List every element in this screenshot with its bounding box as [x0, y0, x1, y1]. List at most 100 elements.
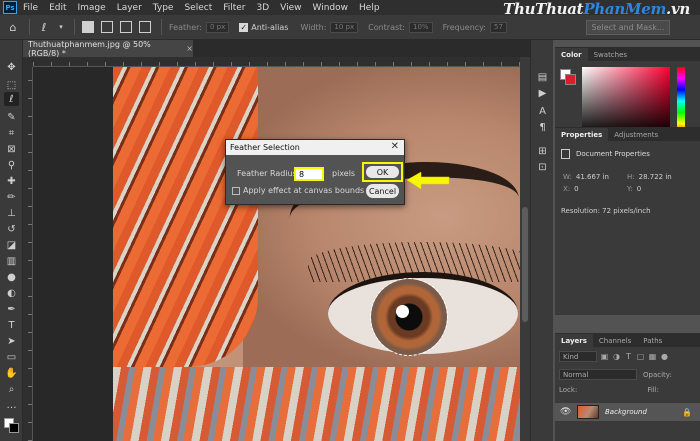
tab-properties[interactable]: Properties	[555, 128, 609, 141]
layer-thumbnail	[577, 405, 599, 419]
history-brush-tool-icon[interactable]: ↺	[4, 222, 19, 236]
catch-light	[396, 305, 409, 318]
tab-swatches[interactable]: Swatches	[588, 48, 633, 61]
more-tools-icon[interactable]: …	[4, 398, 19, 412]
menu-filter[interactable]: Filter	[223, 3, 245, 13]
hand-tool-icon[interactable]: ✋	[4, 366, 19, 380]
rectangle-tool-icon[interactable]: ▭	[4, 350, 19, 364]
tab-layers[interactable]: Layers	[555, 334, 593, 347]
pixel-filter-icon[interactable]: ▣	[600, 352, 609, 361]
home-icon[interactable]: ⌂	[6, 20, 20, 34]
eraser-tool-icon[interactable]: ◪	[4, 238, 19, 252]
layer-row-background[interactable]: 👁 Background 🔒	[555, 403, 700, 421]
tab-paths[interactable]: Paths	[637, 334, 668, 347]
smart-object-filter-icon[interactable]: ▦	[648, 352, 657, 361]
type-tool-icon[interactable]: T	[4, 318, 19, 332]
brushes-panel-icon[interactable]: ⊞	[535, 144, 550, 158]
history-panel-icon[interactable]: ▤	[535, 70, 550, 84]
menu-select[interactable]: Select	[184, 3, 212, 13]
background-color-swatch[interactable]	[9, 423, 19, 433]
menu-edit[interactable]: Edit	[49, 3, 66, 13]
actions-panel-icon[interactable]: ▶	[535, 86, 550, 100]
canvas[interactable]	[33, 67, 520, 441]
layer-name[interactable]: Background	[605, 408, 647, 416]
eye-icon[interactable]: 👁	[560, 407, 572, 417]
chevron-down-icon[interactable]: ▾	[57, 20, 65, 34]
clone-source-panel-icon[interactable]: ⊡	[535, 160, 550, 174]
eyedropper-tool-icon[interactable]: ⚲	[4, 158, 19, 172]
menu-help[interactable]: Help	[359, 3, 380, 13]
select-and-mask-button[interactable]: Select and Mask...	[586, 20, 670, 35]
pen-tool-icon[interactable]: ✒	[4, 302, 19, 316]
color-picker-field[interactable]	[582, 67, 670, 135]
y-value[interactable]: 0	[637, 185, 641, 193]
y-property: Y: 0	[627, 185, 641, 193]
brush-tool-icon[interactable]: ✏	[4, 190, 19, 204]
scarf-lower-pattern	[113, 367, 520, 441]
antialias-checkbox[interactable]: ✓	[239, 22, 249, 32]
frame-tool-icon[interactable]: ⊠	[4, 142, 19, 156]
panel-background-swatch[interactable]	[565, 74, 576, 85]
feather-label: Feather:	[169, 22, 202, 32]
menu-3d[interactable]: 3D	[257, 3, 270, 13]
shape-filter-icon[interactable]: ▢	[636, 352, 645, 361]
tab-channels[interactable]: Channels	[593, 334, 637, 347]
paragraph-panel-icon[interactable]: ¶	[535, 120, 550, 134]
blend-mode-select[interactable]: Normal	[559, 369, 637, 380]
zoom-tool-icon[interactable]: ⌕	[4, 382, 19, 396]
x-value[interactable]: 0	[574, 185, 578, 193]
width-input[interactable]: 10 px	[330, 21, 359, 33]
adjustment-filter-icon[interactable]: ◑	[612, 352, 621, 361]
healing-brush-tool-icon[interactable]: ✚	[4, 174, 19, 188]
close-icon[interactable]: ×	[186, 44, 193, 53]
tab-adjustments[interactable]: Adjustments	[608, 128, 664, 141]
close-icon[interactable]: ✕	[391, 141, 399, 152]
filter-toggle-icon[interactable]: ●	[660, 352, 669, 361]
kind-filter-select[interactable]: Kind	[559, 351, 597, 362]
apply-canvas-bounds-label: Apply effect at canvas bounds	[243, 186, 365, 195]
path-selection-tool-icon[interactable]: ➤	[4, 334, 19, 348]
crop-tool-icon[interactable]: ⌗	[4, 126, 19, 140]
intersect-selection-icon[interactable]	[139, 21, 151, 33]
x-property: X: 0	[563, 185, 579, 193]
apply-canvas-bounds-checkbox[interactable]	[232, 187, 240, 195]
clone-stamp-tool-icon[interactable]: ⊥	[4, 206, 19, 220]
lasso-tool-icon[interactable]: ℓ	[4, 92, 19, 106]
gradient-tool-icon[interactable]: ▥	[4, 254, 19, 268]
menu-image[interactable]: Image	[78, 3, 106, 13]
tab-color[interactable]: Color	[555, 48, 588, 61]
menu-layer[interactable]: Layer	[117, 3, 142, 13]
frequency-input[interactable]: 57	[490, 21, 507, 33]
lock-icon[interactable]: 🔒	[682, 408, 692, 417]
vertical-ruler	[23, 67, 33, 441]
scrollbar-thumb[interactable]	[522, 207, 528, 322]
annotation-arrow-icon	[406, 171, 450, 190]
tools-panel: ✥ ⬚ ℓ ✎ ⌗ ⊠ ⚲ ✚ ✏ ⊥ ↺ ◪ ▥ ● ◐ ✒ T ➤ ▭ ✋ …	[0, 40, 23, 441]
menu-view[interactable]: View	[280, 3, 301, 13]
iris-selection	[370, 278, 448, 356]
feather-input[interactable]: 0 px	[205, 21, 230, 33]
add-to-selection-icon[interactable]	[101, 21, 113, 33]
quick-selection-tool-icon[interactable]: ✎	[4, 110, 19, 124]
move-tool-icon[interactable]: ✥	[4, 60, 19, 74]
hue-slider[interactable]	[677, 67, 685, 135]
type-filter-icon[interactable]: T	[624, 352, 633, 361]
new-selection-icon[interactable]	[82, 21, 94, 33]
contrast-input[interactable]: 10%	[409, 21, 433, 33]
lasso-tool-preset-icon[interactable]: ℓ	[37, 20, 51, 34]
document-tab[interactable]: Thuthuatphanmem.jpg @ 50% (RGB/8) * ×	[23, 40, 193, 58]
ok-button[interactable]: OK	[366, 166, 399, 178]
blur-tool-icon[interactable]: ●	[4, 270, 19, 284]
menu-type[interactable]: Type	[153, 3, 174, 13]
feather-radius-input[interactable]	[294, 167, 324, 181]
subtract-from-selection-icon[interactable]	[120, 21, 132, 33]
cancel-button[interactable]: Cancel	[366, 184, 399, 198]
h-value[interactable]: 28.722 in	[639, 173, 672, 181]
dodge-tool-icon[interactable]: ◐	[4, 286, 19, 300]
menu-window[interactable]: Window	[313, 3, 349, 13]
menu-file[interactable]: File	[23, 3, 38, 13]
character-panel-icon[interactable]: A	[535, 104, 550, 118]
marquee-tool-icon[interactable]: ⬚	[4, 78, 19, 92]
w-value[interactable]: 41.667 in	[576, 173, 609, 181]
vertical-scrollbar[interactable]	[520, 57, 530, 441]
